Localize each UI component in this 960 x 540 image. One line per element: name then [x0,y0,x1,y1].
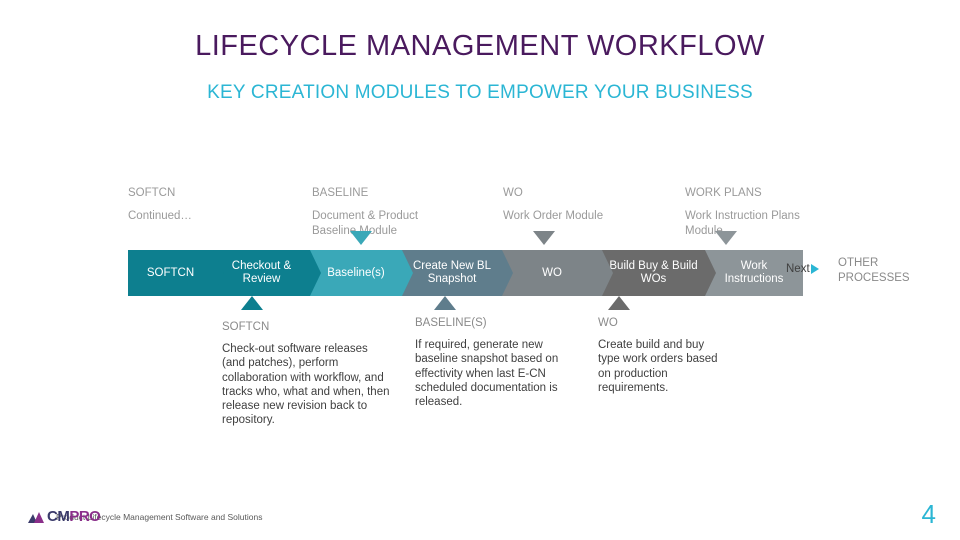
chevron-create-new-bl-snapshot[interactable]: Create New BL Snapshot [402,250,513,296]
logo-cm: CM [47,508,70,525]
column-header-work-plans: WORK PLANS Work Instruction Plans Module [685,186,805,239]
chevron-softcn[interactable]: SOFTCN [128,250,224,296]
footer-logo: CMPRO [28,508,101,525]
chevron-label: Checkout & Review [231,260,292,285]
column-header-wo: WO Work Order Module [503,186,653,224]
column-header-title: BASELINE [312,187,369,199]
chevron-checkout-review[interactable]: Checkout & Review [213,250,321,296]
callout-triangle-wo [608,296,630,310]
column-header-sub: Work Order Module [503,210,604,222]
chevron-work-instructions[interactable]: Work Instructions [705,250,803,296]
note-title: WO [598,317,618,329]
note-baselines: BASELINE(S) If required, generate new ba… [415,316,575,409]
column-header-title: WORK PLANS [685,187,762,199]
connector-triangle-baseline [350,231,372,245]
column-header-softcn: SOFTCN Continued… [128,186,278,224]
page-number: 4 [921,499,936,529]
page-title: LIFECYCLE MANAGEMENT WORKFLOW [195,30,765,62]
other-processes-label: OTHER PROCESSES [838,257,910,284]
column-header-sub: Continued… [128,210,192,222]
note-body: Check-out software releases (and patches… [222,343,390,427]
column-header-title: WO [503,187,523,199]
page-subtitle: KEY CREATION MODULES TO EMPOWER YOUR BUS… [207,82,753,103]
column-header-title: SOFTCN [128,187,176,199]
column-header-sub: Work Instruction Plans Module [685,210,800,237]
connector-triangle-work-plans [715,231,737,245]
chevron-label: WO [542,266,562,279]
note-title: BASELINE(S) [415,317,487,329]
chevron-label: Create New BL Snapshot [413,260,491,285]
chevron-label: SOFTCN [146,266,195,279]
note-body: Create build and buy type work orders ba… [598,339,718,394]
logo-pro: PRO [69,508,101,525]
note-wo: WO Create build and buy type work orders… [598,316,723,395]
slide: LIFECYCLE MANAGEMENT WORKFLOW KEY CREATI… [0,0,960,540]
note-softcn: SOFTCN Check-out software releases (and … [222,320,392,427]
chevron-wo[interactable]: WO [502,250,613,296]
chevron-baselines[interactable]: Baseline(s) [310,250,413,296]
chevron-label: Work Instructions [724,260,784,285]
connector-triangle-wo [533,231,555,245]
mountain-logo-icon [28,511,44,523]
logo-text: CMPRO [47,508,101,525]
chevron-label: Baseline(s) [327,266,385,279]
callout-triangle-baselines [434,296,456,310]
chevron-label: Build Buy & Build WOs [609,260,698,285]
callout-triangle-softcn [241,296,263,310]
note-title: SOFTCN [222,321,270,333]
note-body: If required, generate new baseline snaps… [415,339,559,409]
chevron-build-buy-build-wos[interactable]: Build Buy & Build WOs [602,250,716,296]
next-arrow-icon [810,264,819,274]
